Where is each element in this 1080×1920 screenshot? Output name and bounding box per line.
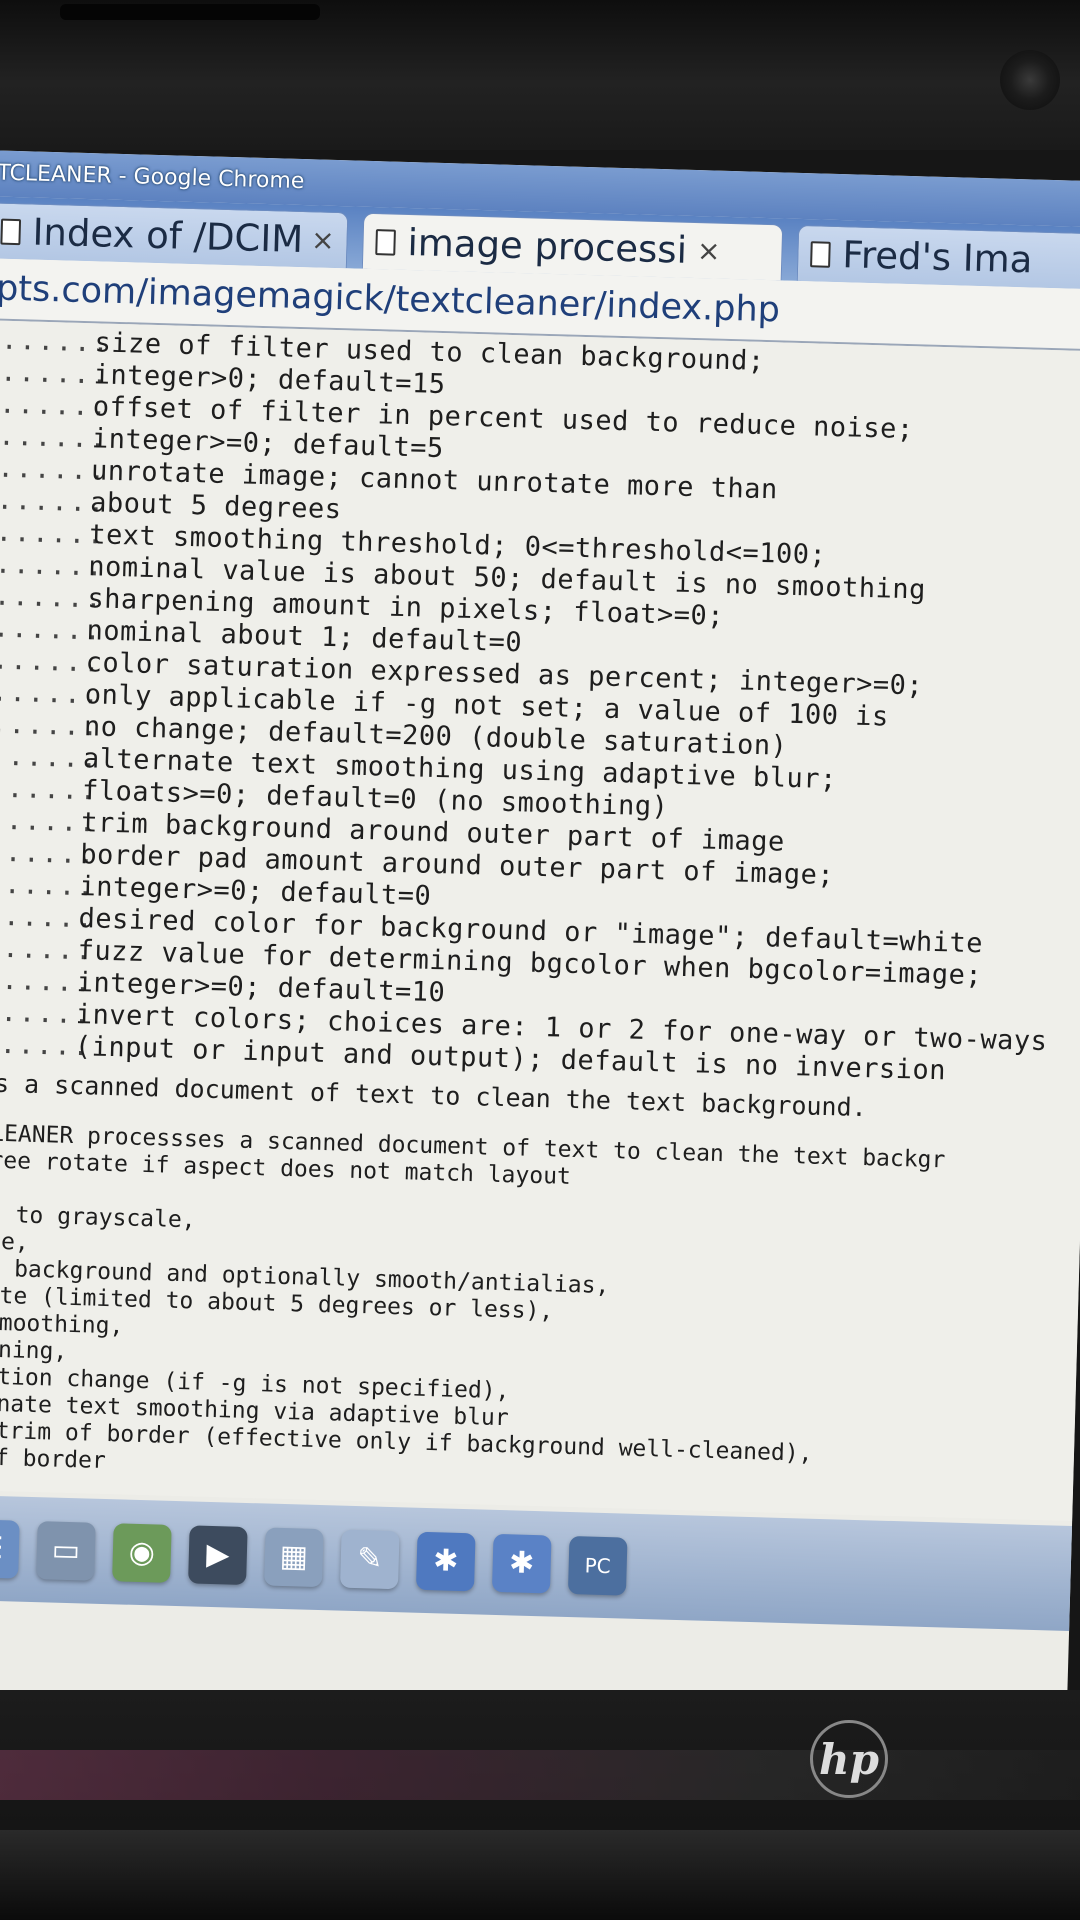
bezel-slot: [60, 4, 320, 20]
keyboard-edge: [0, 1830, 1080, 1920]
start-icon[interactable]: ☰: [0, 1518, 20, 1579]
window-title: TCLEANER - Google Chrome: [0, 160, 305, 195]
calculator-icon[interactable]: ▦: [264, 1527, 324, 1587]
page-content: ........ size of filter used to clean bac…: [0, 319, 1080, 1522]
folder-icon[interactable]: ▭: [36, 1520, 96, 1581]
hp-logo: hp: [810, 1720, 888, 1798]
tab-index-dcim[interactable]: Index of /DCIM ×: [0, 202, 349, 269]
webcam: [1000, 50, 1060, 110]
page-icon: [0, 218, 21, 245]
terminal-icon[interactable]: ▶: [188, 1524, 248, 1585]
description-line: rpening,: [0, 1335, 68, 1365]
description-line: d of border: [0, 1444, 107, 1475]
pc-icon[interactable]: PC: [567, 1535, 628, 1596]
page-icon: [810, 240, 831, 268]
laptop-screen: TCLEANER - Google Chrome Index of /DCIM …: [0, 150, 1080, 1741]
speaker-strip: [0, 1750, 1080, 1800]
chrome-icon[interactable]: ◉: [112, 1522, 172, 1583]
pen-icon[interactable]: ✎: [340, 1529, 400, 1589]
bluetooth-icon-2[interactable]: ✱: [491, 1533, 552, 1593]
url-text[interactable]: pts.com/imagemagick/textcleaner/index.ph…: [0, 269, 780, 331]
close-icon[interactable]: ×: [311, 223, 335, 257]
tab-freds-imagemagick[interactable]: Fred's Ima: [796, 224, 1080, 290]
description-line: ert to grayscale,: [0, 1200, 196, 1234]
page-icon: [375, 228, 396, 256]
laptop-bezel-top: [0, 0, 1080, 150]
tab-label: Index of /DCIM: [32, 210, 302, 261]
tab-image-processing[interactable]: image processi ×: [361, 212, 784, 281]
tab-label: Fred's Ima: [841, 233, 1034, 282]
description-line: t smoothing,: [0, 1309, 124, 1340]
close-icon[interactable]: ×: [696, 234, 720, 268]
description-line: ance,: [0, 1227, 30, 1256]
bluetooth-icon[interactable]: ✱: [415, 1531, 476, 1591]
tab-label: image processi: [406, 220, 688, 272]
